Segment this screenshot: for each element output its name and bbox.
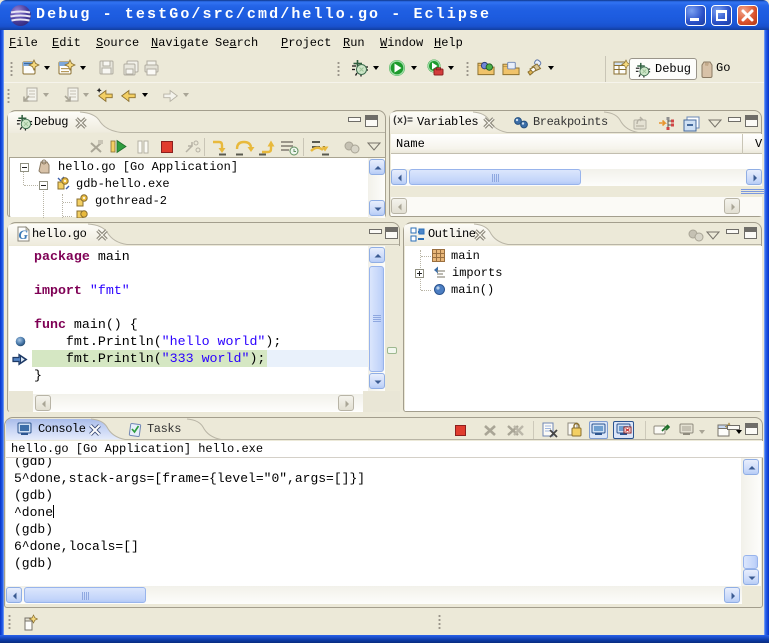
svg-text:G: G (19, 227, 29, 242)
